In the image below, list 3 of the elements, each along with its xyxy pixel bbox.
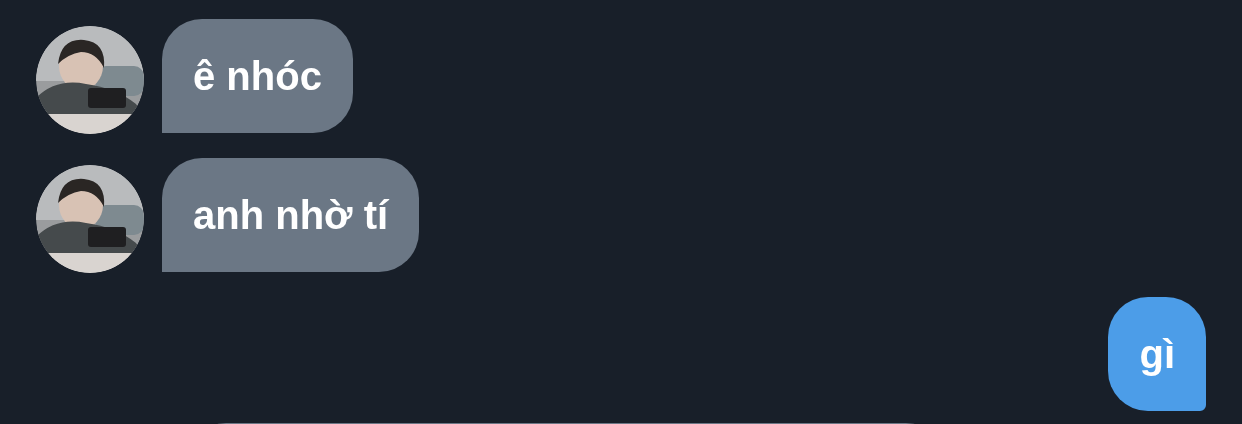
message-bubble: anh nhờ tí (162, 158, 420, 272)
message-bubble: ê nhóc (162, 19, 353, 133)
message-bubble: gì (1108, 297, 1206, 411)
